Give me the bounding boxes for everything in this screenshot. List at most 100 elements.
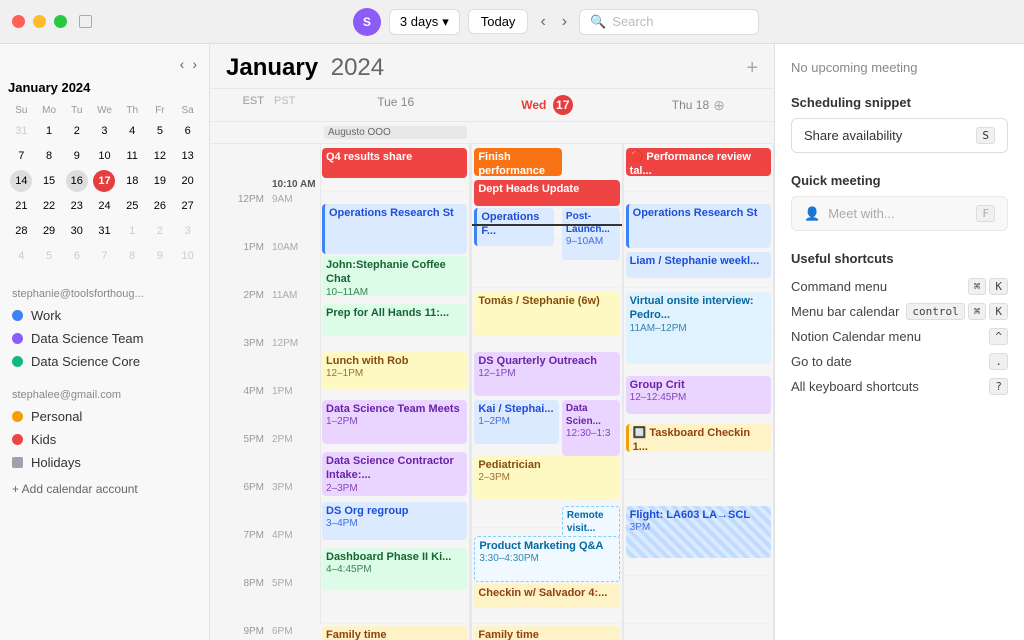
maximize-button[interactable] (54, 15, 67, 28)
mini-cal-day[interactable]: 22 (38, 195, 60, 217)
mini-cal-day[interactable]: 1 (38, 120, 60, 142)
calendar-work[interactable]: Work (0, 304, 209, 327)
mini-cal-day[interactable]: 7 (93, 245, 115, 267)
mini-cal-day[interactable]: 29 (38, 220, 60, 242)
mini-cal-day[interactable]: 26 (149, 195, 171, 217)
mini-cal-day[interactable]: 13 (177, 145, 199, 167)
mini-cal-day[interactable]: 10 (93, 145, 115, 167)
mini-cal-day[interactable]: 16 (66, 170, 88, 192)
event-ops-f[interactable]: Operations F... (474, 208, 554, 246)
event-ds-org[interactable]: DS Org regroup 3–4PM (322, 502, 467, 540)
mini-cal-day[interactable]: 10 (177, 245, 199, 267)
shortcut-all-keyboard[interactable]: All keyboard shortcuts ? (791, 374, 1008, 399)
mini-cal-day-today[interactable]: 17 (93, 170, 115, 192)
mini-cal-day[interactable]: 18 (121, 170, 143, 192)
mini-cal-day[interactable]: 3 (177, 220, 199, 242)
event-finish-perf[interactable]: Finish performance e... (474, 148, 561, 176)
mini-cal-day[interactable]: 15 (38, 170, 60, 192)
mini-cal-day[interactable]: 23 (66, 195, 88, 217)
collapse-up-button[interactable]: ‹ (180, 56, 185, 72)
mini-cal-day[interactable]: 14 (10, 170, 32, 192)
shortcut-notion-cal[interactable]: Notion Calendar menu ^ (791, 324, 1008, 349)
mini-cal-day[interactable]: 8 (121, 245, 143, 267)
mini-cal-day[interactable]: 6 (66, 245, 88, 267)
search-box[interactable]: 🔍 Search (579, 9, 759, 35)
calendar-data-science-core[interactable]: Data Science Core (0, 350, 209, 373)
event-contractor[interactable]: Data Science Contractor Intake:... 2–3PM (322, 452, 467, 496)
event-q4[interactable]: Q4 results share (322, 148, 467, 178)
event-coffee-chat[interactable]: John:Stephanie Coffee Chat 10–11AM (322, 256, 467, 296)
mini-cal-day[interactable]: 2 (149, 220, 171, 242)
event-pediatrician[interactable]: Pediatrician 2–3PM (474, 456, 619, 500)
event-ops-research[interactable]: Operations Research St (322, 204, 467, 254)
mini-cal-day[interactable]: 25 (121, 195, 143, 217)
event-dept-heads[interactable]: Dept Heads Update (474, 180, 619, 206)
mini-cal-day[interactable]: 5 (38, 245, 60, 267)
event-taskboard[interactable]: 🔲 Taskboard Checkin 1... (626, 424, 771, 452)
mini-cal-day[interactable]: 2 (66, 120, 88, 142)
minimize-button[interactable] (33, 15, 46, 28)
mini-cal-day[interactable]: 1 (121, 220, 143, 242)
mini-cal-day[interactable]: 4 (10, 245, 32, 267)
avatar[interactable]: S (353, 8, 381, 36)
mini-cal-day[interactable]: 9 (66, 145, 88, 167)
event-lunch-rob[interactable]: Lunch with Rob 12–1PM (322, 352, 467, 390)
event-post-launch[interactable]: Post-Launch... 9–10AM (562, 208, 620, 260)
event-liam[interactable]: Liam / Stephanie weekl... (626, 252, 771, 278)
shortcut-command-menu[interactable]: Command menu ⌘ K (791, 274, 1008, 299)
calendar-holidays[interactable]: Holidays (0, 451, 209, 474)
mini-cal-day[interactable]: 12 (149, 145, 171, 167)
mini-cal-day[interactable]: 6 (177, 120, 199, 142)
event-group-crit[interactable]: Group Crit 12–12:45PM (626, 376, 771, 414)
meet-with-input[interactable]: 👤 Meet with... F (791, 196, 1008, 231)
prev-button[interactable]: ‹ (536, 9, 549, 35)
allday-event-augusto[interactable]: Augusto OOO (324, 126, 467, 139)
mini-cal-day[interactable]: 9 (149, 245, 171, 267)
event-dashboard[interactable]: Dashboard Phase II Ki... 4–4:45PM (322, 548, 467, 590)
calendar-kids[interactable]: Kids (0, 428, 209, 451)
event-prep[interactable]: Prep for All Hands 11:... (322, 304, 467, 336)
mini-cal-day[interactable]: 27 (177, 195, 199, 217)
today-button[interactable]: Today (468, 9, 529, 34)
mini-cal-day[interactable]: 31 (10, 120, 32, 142)
share-availability-button[interactable]: Share availability S (791, 118, 1008, 153)
mini-cal-day[interactable]: 20 (177, 170, 199, 192)
mini-cal-day[interactable]: 4 (121, 120, 143, 142)
mini-cal-day[interactable]: 21 (10, 195, 32, 217)
window-expand-button[interactable] (79, 15, 92, 28)
event-family-wed[interactable]: Family time (474, 626, 619, 640)
event-ds-quarterly[interactable]: DS Quarterly Outreach 12–1PM (474, 352, 619, 396)
event-ops-research-thu[interactable]: Operations Research St (626, 204, 771, 248)
mini-cal-day[interactable]: 19 (149, 170, 171, 192)
event-checkin-salvador[interactable]: Checkin w/ Salvador 4:... (474, 584, 619, 608)
next-button[interactable]: › (558, 9, 571, 35)
mini-cal-day[interactable]: 8 (38, 145, 60, 167)
event-virtual-onsite[interactable]: Virtual onsite interview: Pedro... 11AM–… (626, 292, 771, 364)
shortcut-go-to-date[interactable]: Go to date . (791, 349, 1008, 374)
days-selector[interactable]: 3 days ▾ (389, 9, 460, 35)
calendar-scroll[interactable]: 12PM 1PM 2PM 3PM 4PM 5PM 6PM 7PM 8PM 9PM… (210, 144, 774, 640)
event-data-science-small[interactable]: Data Scien... 12:30–1:3 (562, 400, 620, 456)
event-kai[interactable]: Kai / Stephai... 1–2PM (474, 400, 559, 444)
mini-cal-day[interactable]: 3 (93, 120, 115, 142)
event-dst-meets[interactable]: Data Science Team Meets 1–2PM (322, 400, 467, 444)
event-perf-review[interactable]: 🔴 Performance review tal... (626, 148, 771, 176)
mini-cal-day[interactable]: 28 (10, 220, 32, 242)
close-button[interactable] (12, 15, 25, 28)
mini-cal-day[interactable]: 11 (121, 145, 143, 167)
mini-cal-day[interactable]: 30 (66, 220, 88, 242)
add-calendar-account[interactable]: + Add calendar account (0, 474, 209, 504)
event-flight[interactable]: Flight: LA603 LA→SCL 3PM (626, 506, 771, 558)
event-family-tue[interactable]: Family time (322, 626, 467, 640)
shortcut-menu-bar[interactable]: Menu bar calendar control ⌘ K (791, 299, 1008, 324)
event-product-mktg[interactable]: Product Marketing Q&A 3:30–4:30PM (474, 536, 619, 582)
event-tomas[interactable]: Tomás / Stephanie (6w) (474, 292, 619, 336)
mini-cal-day[interactable]: 31 (93, 220, 115, 242)
mini-cal-day[interactable]: 5 (149, 120, 171, 142)
add-event-button[interactable]: + (746, 57, 758, 80)
mini-cal-day[interactable]: 24 (93, 195, 115, 217)
calendar-personal[interactable]: Personal (0, 405, 209, 428)
calendar-data-science-team[interactable]: Data Science Team (0, 327, 209, 350)
mini-cal-day[interactable]: 7 (10, 145, 32, 167)
collapse-down-button[interactable]: › (192, 56, 197, 72)
